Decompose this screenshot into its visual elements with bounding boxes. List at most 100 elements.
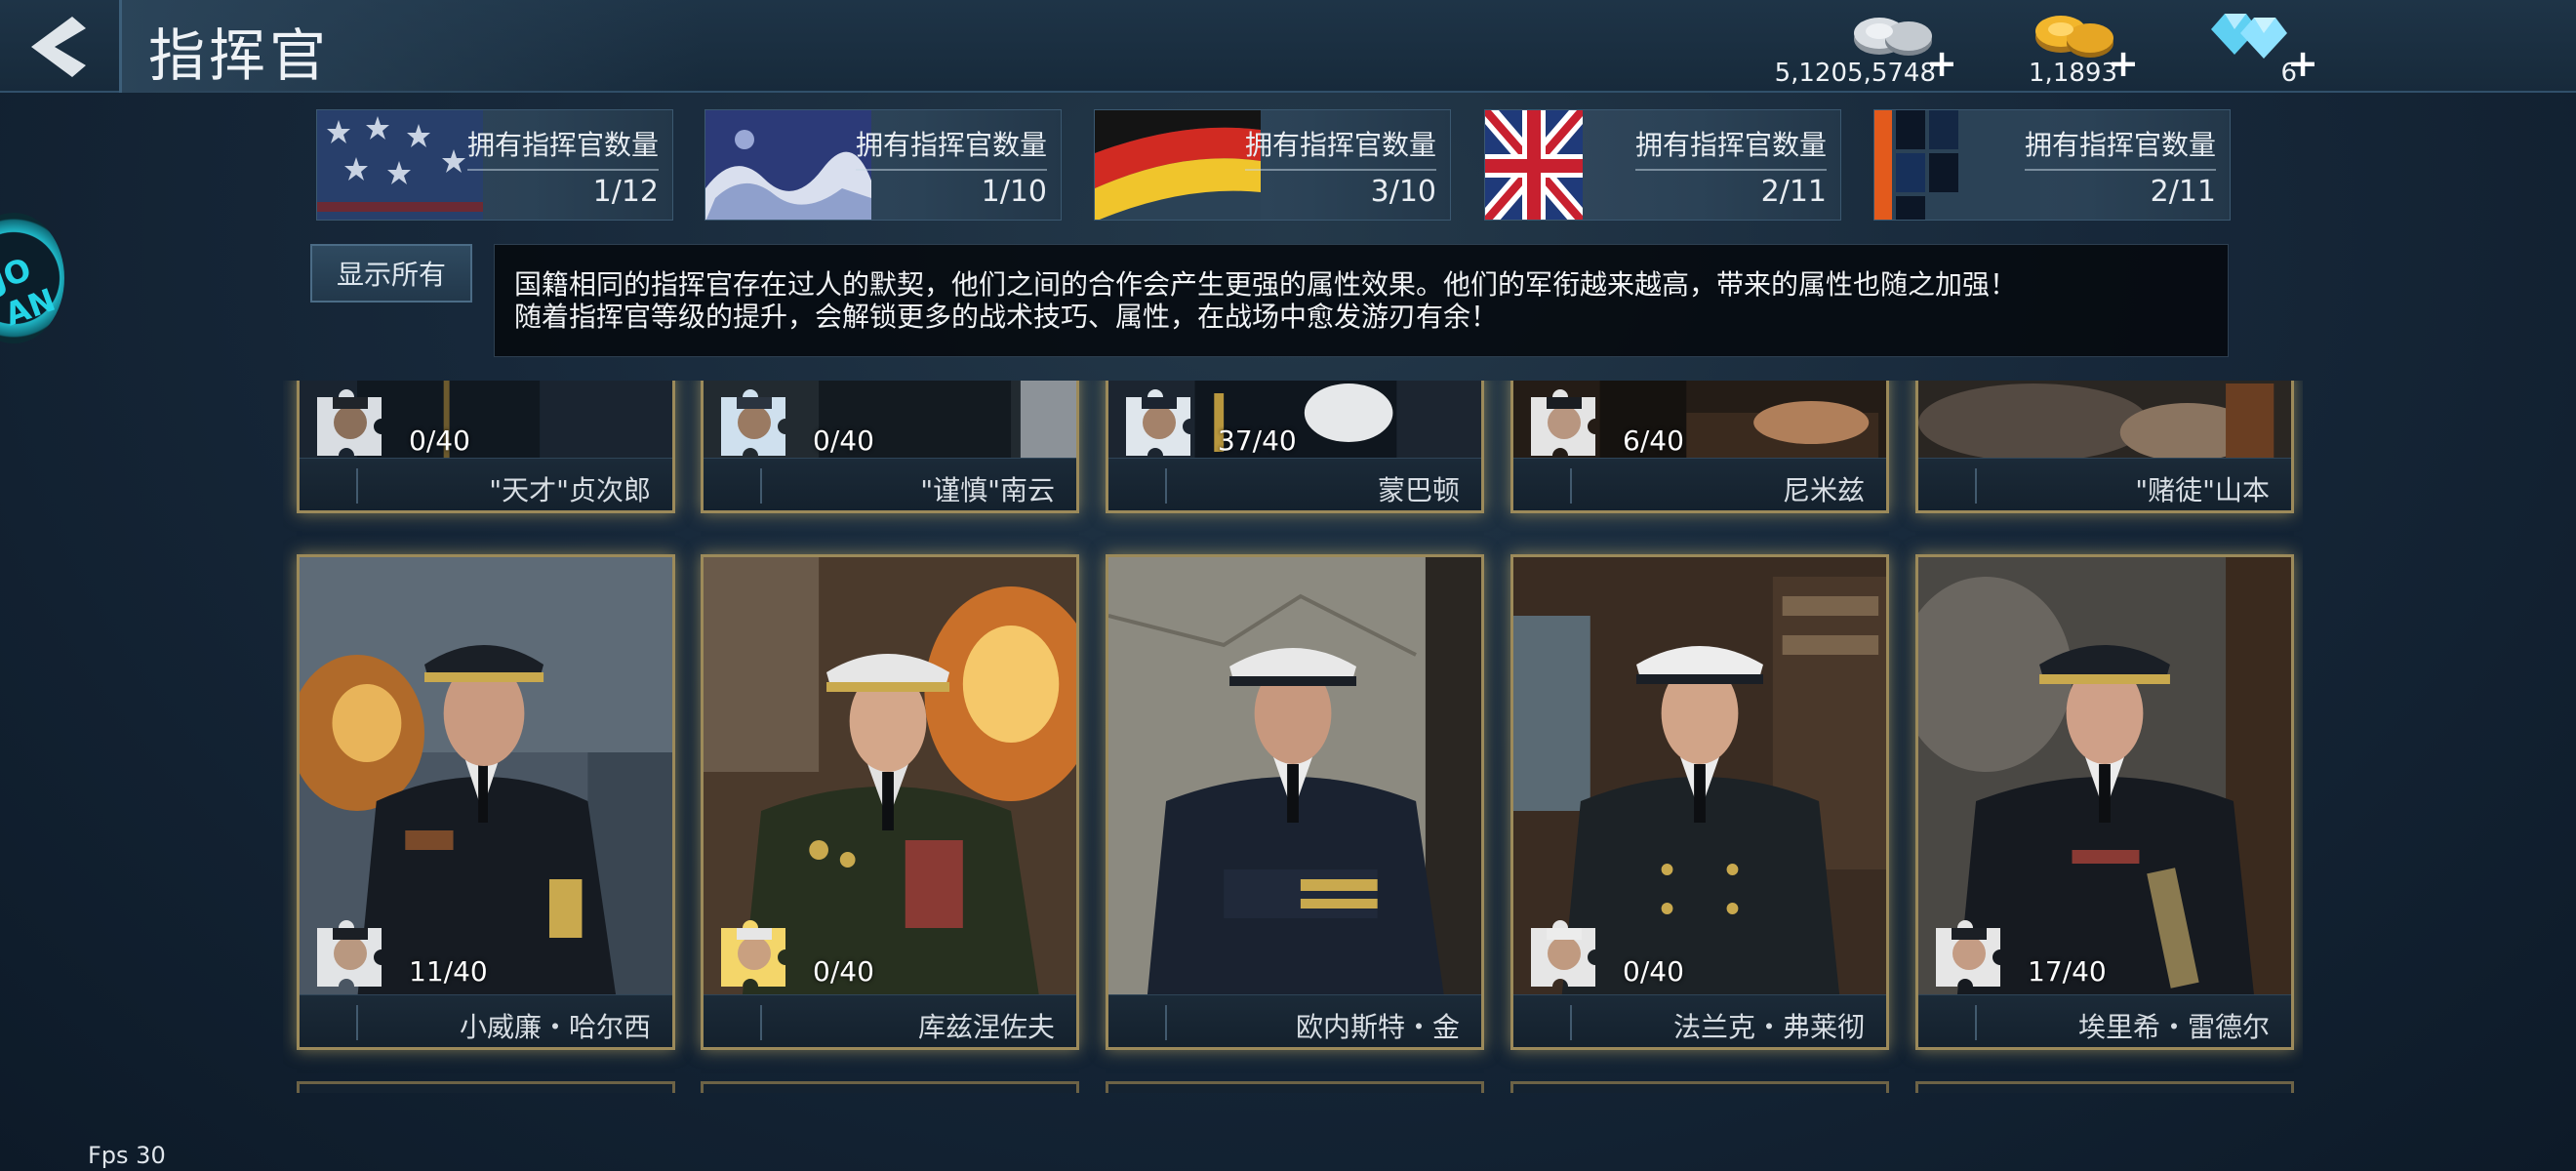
commander-card[interactable]: 6/40 尼米兹 [1510,381,1889,513]
commander-card-stub[interactable] [1510,1081,1889,1093]
commander-card[interactable]: "赌徒"山本 [1915,381,2294,513]
commander-card[interactable]: 0/40 库兹涅佐夫 [701,554,1079,1050]
name-divider [1975,1005,1977,1040]
commander-puzzle-icon [1936,920,2000,987]
commander-name: "天才"贞次郎 [489,474,651,506]
soviet-flag-icon [1874,110,2040,220]
commander-card[interactable]: 0/40 "天才"贞次郎 [297,381,675,513]
commander-card-stub[interactable] [701,1081,1079,1093]
nation-tab-uk[interactable]: 拥有指挥官数量 2/11 [1484,109,1841,221]
commander-name: 库兹涅佐夫 [917,1011,1055,1043]
name-bar: "赌徒"山本 [1918,458,2291,510]
commander-progress: 11/40 [409,955,488,988]
name-bar: 埃里希・雷德尔 [1918,994,2291,1047]
name-divider [356,468,358,504]
commander-name: 小威廉・哈尔西 [459,1011,651,1043]
commander-card[interactable]: 11/40 小威廉・哈尔西 [297,554,675,1050]
commander-name: 蒙巴顿 [1377,474,1460,506]
name-divider [1165,468,1167,504]
gold-add-icon[interactable]: + [2108,45,2139,82]
back-button[interactable] [12,8,109,86]
silver-currency[interactable]: 5,1205,5748 + [1762,4,1957,90]
japan-wave-flag-icon [705,110,871,220]
nation-tab-germany[interactable]: 拥有指挥官数量 3/10 [1094,109,1451,221]
silver-add-icon[interactable]: + [1926,45,1957,82]
name-divider [1570,1005,1572,1040]
name-divider [1975,468,1977,504]
nation-tab-usa[interactable]: 拥有指挥官数量 1/12 [316,109,673,221]
diamond-add-icon[interactable]: + [2287,45,2318,82]
commander-portrait [1108,557,1481,1000]
commander-puzzle-icon [317,920,382,987]
tab-count: 3/10 [1370,175,1436,209]
info-line-1: 国籍相同的指挥官存在过人的默契，他们之间的合作会产生更强的属性效果。他们的军衔越… [514,268,2018,301]
tab-count: 2/11 [2150,175,2216,209]
name-bar: 欧内斯特・金 [1108,994,1481,1047]
commander-progress: 6/40 [1623,424,1684,457]
tab-label: 拥有指挥官数量 [855,124,1047,171]
name-bar: 蒙巴顿 [1108,458,1481,510]
floating-side-widget[interactable]: JO AN [0,213,64,343]
info-line-2: 随着指挥官等级的提升，会解锁更多的战术技巧、属性，在战场中愈发游刃有余！ [514,301,1499,333]
commander-name: 法兰克・弗莱彻 [1672,1011,1865,1043]
gold-amount: 1,1893 [2029,59,2117,88]
commander-card[interactable]: 0/40 "谨慎"南云 [701,381,1079,513]
back-arrow-icon [31,17,86,77]
name-bar: "天才"贞次郎 [300,458,672,510]
uk-flag-icon [1485,110,1583,220]
germany-flag-icon [1095,110,1261,220]
name-divider [1570,468,1572,504]
commander-progress: 17/40 [2028,955,2107,988]
commander-name: "谨慎"南云 [920,474,1055,506]
tab-count: 1/10 [981,175,1047,209]
show-all-button[interactable]: 显示所有 [310,244,472,303]
tab-label: 拥有指挥官数量 [466,124,659,171]
name-divider [1165,1005,1167,1040]
name-bar: "谨慎"南云 [704,458,1076,510]
commander-puzzle-icon [1126,389,1190,456]
commander-progress: 0/40 [813,955,874,988]
page-title: 指挥官 [148,22,331,89]
commander-puzzle-icon [721,389,785,456]
commander-card-stub[interactable] [1106,1081,1484,1093]
commander-portrait [1918,381,2291,464]
usa-flag-icon [317,110,483,220]
name-divider [356,1005,358,1040]
commander-card[interactable]: 37/40 蒙巴顿 [1106,381,1484,513]
name-divider [760,1005,762,1040]
commander-card[interactable]: 欧内斯特・金 [1106,554,1484,1050]
commander-name: 欧内斯特・金 [1295,1011,1460,1043]
name-bar: 库兹涅佐夫 [704,994,1076,1047]
commander-progress: 0/40 [813,424,874,457]
tab-label: 拥有指挥官数量 [2024,124,2216,171]
commander-progress: 37/40 [1218,424,1297,457]
commander-puzzle-icon [317,389,382,456]
commander-puzzle-icon [1531,389,1595,456]
fps-counter: Fps 30 [88,1142,166,1169]
tab-count: 1/12 [592,175,659,209]
gold-currency[interactable]: 1,1893 + [2016,4,2139,90]
tab-label: 拥有指挥官数量 [1634,124,1827,171]
nation-tab-japan[interactable]: 拥有指挥官数量 1/10 [704,109,1062,221]
name-bar: 小威廉・哈尔西 [300,994,672,1047]
commander-card[interactable]: 17/40 埃里希・雷德尔 [1915,554,2294,1050]
commander-name: 尼米兹 [1782,474,1865,506]
nation-bonus-info: 国籍相同的指挥官存在过人的默契，他们之间的合作会产生更强的属性效果。他们的军衔越… [494,244,2229,357]
silver-amount: 5,1205,5748 [1774,59,1936,88]
tab-label: 拥有指挥官数量 [1244,124,1436,171]
nation-tab-soviet[interactable]: 拥有指挥官数量 2/11 [1873,109,2231,221]
diamond-icon [2211,14,2287,59]
name-bar: 法兰克・弗莱彻 [1513,994,1886,1047]
commander-card-stub[interactable] [1915,1081,2294,1093]
commander-card[interactable]: 0/40 法兰克・弗莱彻 [1510,554,1889,1050]
commander-progress: 0/40 [1623,955,1684,988]
diamond-currency[interactable]: 6 + [2201,4,2318,90]
side-widget-text: JO AN [0,250,60,334]
commander-grid[interactable]: 0/40 "天才"贞次郎 0/40 "谨慎"南云 37/40 蒙巴顿 6/40 … [283,381,2303,1093]
commander-puzzle-icon [1531,920,1595,987]
name-divider [760,468,762,504]
commander-card-stub[interactable] [297,1081,675,1093]
commander-name: "赌徒"山本 [2135,474,2270,506]
commander-puzzle-icon [721,920,785,987]
commander-progress: 0/40 [409,424,470,457]
